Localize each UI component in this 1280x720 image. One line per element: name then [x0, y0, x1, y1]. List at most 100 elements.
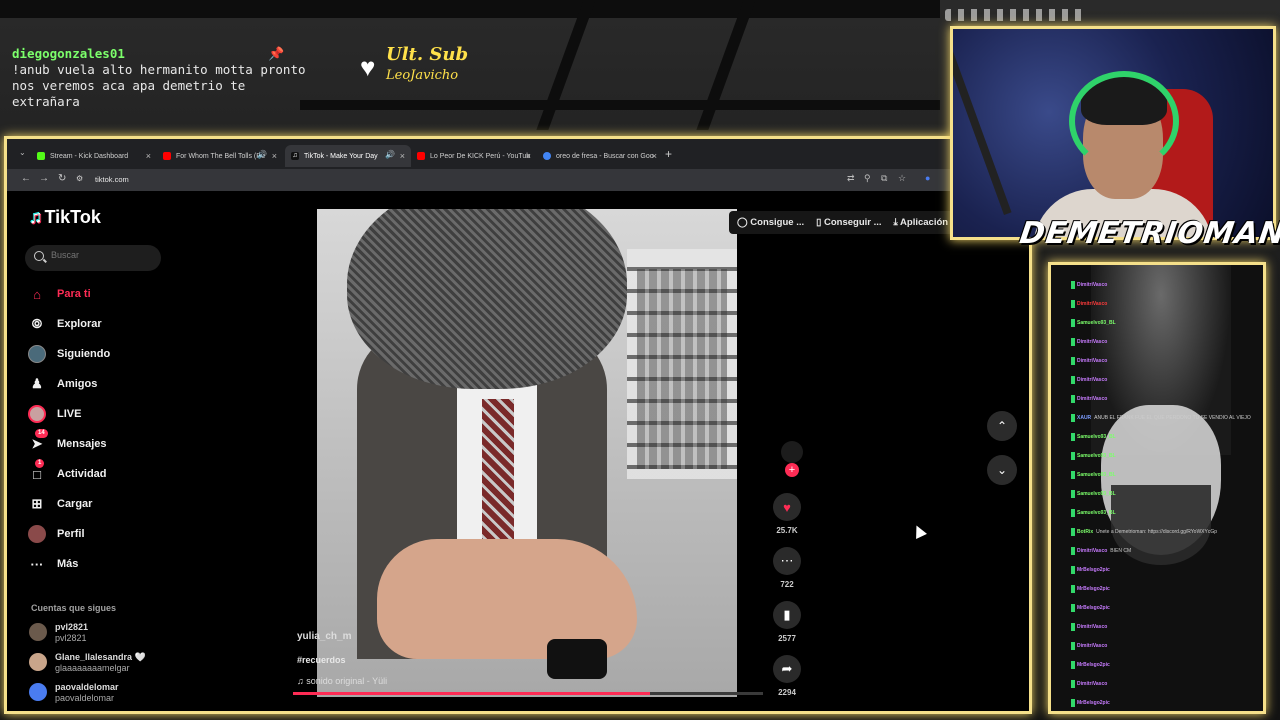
nav-actividad[interactable]: □ 1 Actividad — [27, 459, 177, 485]
share-icon[interactable]: ➦ — [773, 655, 801, 683]
get-app-button[interactable]: ▯ Conseguir ... — [816, 217, 881, 228]
tab-youtube-music[interactable]: For Whom The Bell Tolls (Re 🔊 × — [157, 145, 283, 167]
bookmark-icon[interactable]: ▮ — [773, 601, 801, 629]
stream-chat-line: Samuelvo93_BL — [1071, 317, 1119, 329]
search-input[interactable] — [51, 250, 151, 260]
nav-siguiendo[interactable]: Siguiendo — [27, 343, 177, 365]
user-badge-icon — [1071, 547, 1075, 555]
nav-label: Para ti — [57, 288, 91, 300]
browser-window: ⌄ Stream - Kick Dashboard × For Whom The… — [4, 136, 1032, 714]
video-person-tie — [482, 399, 514, 559]
music-note-icon: ♫ — [297, 676, 304, 686]
speaker-icon[interactable]: 🔊 — [257, 150, 267, 159]
search-box[interactable] — [25, 245, 161, 271]
reload-icon[interactable]: ↻ — [58, 173, 66, 184]
close-icon[interactable]: × — [400, 151, 405, 161]
video-player[interactable] — [317, 209, 737, 697]
follow-plus-button[interactable]: + — [785, 463, 799, 477]
tab-google-search[interactable]: oreo de fresa - Buscar con Goo × — [537, 145, 663, 167]
avatar — [29, 683, 47, 701]
previous-video-button[interactable]: ⌃ — [987, 411, 1017, 441]
compass-icon: ⦾ — [31, 316, 43, 331]
comment-count: 722 — [780, 580, 794, 589]
tab-bar: ⌄ Stream - Kick Dashboard × For Whom The… — [7, 139, 1029, 169]
tab-youtube-kick[interactable]: Lo Peor De KICK Perú - YouTub × — [411, 145, 537, 167]
messages-badge: 14 — [35, 429, 48, 438]
video-hashtag[interactable]: #recuerdos — [297, 655, 346, 665]
site-settings-icon[interactable]: ⚙ — [76, 174, 83, 183]
heart-icon[interactable]: ♥ — [773, 493, 801, 521]
upload-icon: ⊞ — [31, 496, 43, 511]
nav-perfil[interactable]: Perfil — [27, 523, 177, 545]
chat-username: DimitriVasco — [1077, 681, 1108, 687]
tab-label: oreo de fresa - Buscar con Goo — [556, 152, 654, 160]
nav-amigos[interactable]: ♟ Amigos — [27, 373, 177, 395]
mic-arm — [953, 43, 1012, 215]
close-icon[interactable]: × — [526, 151, 531, 161]
ceiling-beam — [300, 100, 940, 110]
download-app-button[interactable]: ⤓ Aplicación — [894, 217, 949, 228]
user-badge-icon — [1071, 585, 1075, 593]
chat-username: Samuelvo93_BL — [1077, 320, 1116, 326]
following-account[interactable]: Glane_llalesandra 🤍 glaaaaaaaamelgar — [29, 651, 169, 675]
video-progress-fill — [293, 692, 651, 695]
tab-tiktok[interactable]: ♫ TikTok - Make Your Day 🔊 × — [285, 145, 411, 167]
following-account[interactable]: pvl2821 pvl2821 — [29, 621, 169, 645]
stream-chat-line: DimitriVasco — [1071, 640, 1110, 652]
user-badge-icon — [1071, 604, 1075, 612]
close-icon[interactable]: × — [146, 151, 151, 161]
nav-label: Siguiendo — [57, 348, 111, 360]
avatar — [29, 623, 47, 641]
nav-live[interactable]: LIVE — [27, 403, 177, 425]
account-handle: pvl2821 — [55, 633, 87, 643]
last-sub-badge: ♥ Ult. Sub LeoJavicho — [360, 42, 470, 92]
video-progress-bar[interactable] — [293, 692, 763, 695]
nav-para-ti[interactable]: ⌂ Para ti — [27, 283, 177, 305]
streamer-banner: DEMETRIOMAN — [1017, 216, 1280, 251]
nav-mensajes[interactable]: ➤ 14 Mensajes — [27, 429, 177, 455]
close-icon[interactable]: × — [652, 151, 657, 161]
following-account[interactable]: paovaldelomar paovaldelomar — [29, 681, 169, 705]
zoom-icon[interactable]: ⚲ — [864, 173, 871, 184]
extension-icon[interactable]: ● — [925, 173, 930, 183]
pin-icon: 📌 — [268, 46, 285, 61]
nav-cargar[interactable]: ⊞ Cargar — [27, 493, 177, 515]
back-icon[interactable]: ← — [21, 173, 31, 184]
tab-kick-dashboard[interactable]: Stream - Kick Dashboard × — [31, 145, 157, 167]
tiktok-logo[interactable]: ♫ TikTok — [29, 207, 101, 228]
bookmark-star-icon[interactable]: ☆ — [898, 173, 906, 184]
translate-icon[interactable]: ⇄ — [847, 173, 855, 184]
install-app-icon[interactable]: ⧉ — [881, 173, 887, 184]
get-coins-button[interactable]: ◯ Consigue ... — [737, 217, 804, 228]
tiktok-page: ♫ TikTok ⌂ Para ti ⦾ Explorar Siguiendo … — [7, 191, 1029, 711]
stream-chat-line: DimitriVasco — [1071, 393, 1110, 405]
video-author[interactable]: yulia_ch_m — [297, 631, 351, 642]
next-video-button[interactable]: ⌄ — [987, 455, 1017, 485]
speaker-icon[interactable]: 🔊 — [385, 150, 395, 159]
new-tab-button[interactable]: + — [665, 147, 672, 161]
tiktok-wordmark: TikTok — [44, 207, 101, 227]
chat-username: BotRix — [1077, 529, 1094, 535]
chat-message: Unete a Demetrioman: https://discord.gg/… — [1096, 529, 1218, 535]
headset — [1069, 71, 1179, 171]
chat-username: DimitriVasco — [1077, 358, 1108, 364]
store-shelf — [637, 269, 727, 469]
creator-avatar[interactable] — [781, 441, 803, 463]
url-field[interactable]: tiktok.com — [95, 173, 129, 187]
tab-search-icon[interactable]: ⌄ — [19, 148, 26, 157]
top-actions-bar: ◯ Consigue ... ▯ Conseguir ... ⤓ Aplicac… — [729, 211, 957, 234]
user-badge-icon — [1071, 433, 1075, 441]
video-sound[interactable]: ♫ sonido original - Yüli — [297, 676, 387, 686]
nav-label: Explorar — [57, 318, 102, 330]
nav-explorar[interactable]: ⦾ Explorar — [27, 313, 177, 335]
user-badge-icon — [1071, 680, 1075, 688]
video-sound-label: sonido original - Yüli — [306, 676, 388, 686]
chat-username: MrBelsgo2pic — [1077, 700, 1110, 706]
user-badge-icon — [1071, 376, 1075, 384]
close-icon[interactable]: × — [272, 151, 277, 161]
nav-mas[interactable]: ··· Más — [27, 553, 177, 575]
forward-icon[interactable]: → — [39, 173, 49, 184]
tab-label: Stream - Kick Dashboard — [50, 152, 129, 160]
comment-icon[interactable]: ⋯ — [773, 547, 801, 575]
webcam-feed — [950, 26, 1276, 240]
